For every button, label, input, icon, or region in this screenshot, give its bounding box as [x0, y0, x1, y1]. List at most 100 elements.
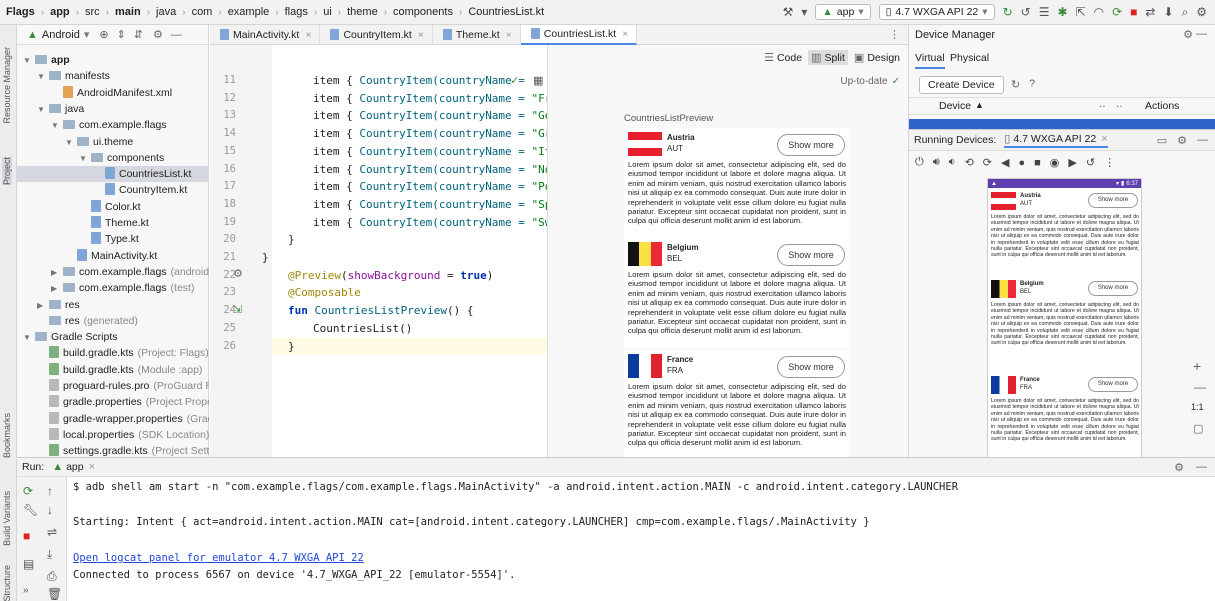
breadcrumb-item[interactable]: com [192, 6, 213, 18]
chevron-right-icon[interactable]: ▶ [37, 298, 47, 313]
tree-item[interactable]: AndroidManifest.xml [17, 85, 209, 101]
chevron-down-icon[interactable]: ▼ [37, 102, 47, 117]
chevron-down-icon[interactable]: ▼ [23, 53, 33, 68]
close-icon[interactable]: × [1101, 133, 1107, 145]
tree-item[interactable]: CountryItem.kt [17, 182, 209, 198]
tree-item[interactable]: build.gradle.kts (Module :app) [17, 362, 209, 378]
tree-item[interactable]: proguard-rules.pro(ProGuard Rul [17, 378, 209, 394]
breadcrumb-item[interactable]: Flags [6, 6, 35, 18]
minimize-icon[interactable]: — [1196, 461, 1207, 473]
search-icon[interactable]: ⌕ [1182, 5, 1189, 20]
expand-all-icon[interactable]: ⇵ [134, 28, 143, 41]
tree-item[interactable]: ▼ app [17, 52, 209, 68]
run-preview-icon[interactable]: ⇲ [233, 303, 242, 316]
bookmarks-tab[interactable]: Bookmarks [2, 413, 12, 458]
chevron-down-icon[interactable]: ▼ [37, 69, 47, 84]
apply-code-changes-icon[interactable]: ↺ [1021, 5, 1031, 19]
breadcrumb-item[interactable]: main [115, 6, 141, 18]
minimize-icon[interactable]: — [1196, 28, 1207, 40]
chevron-down-icon[interactable]: ▼ [51, 118, 61, 133]
tree-item[interactable]: ▼ components [17, 150, 209, 166]
tree-item[interactable]: res (generated) [17, 313, 209, 329]
chevron-right-icon[interactable]: ▶ [51, 265, 61, 280]
volume-up-icon[interactable]: 🔊︎ [933, 156, 940, 169]
hammer-icon[interactable]: ⚒ [783, 5, 794, 19]
chevron-right-icon[interactable]: ▶ [51, 281, 61, 296]
tree-item[interactable]: ▼ ui.theme [17, 134, 209, 150]
device-select[interactable]: ▯ 4.7 WXGA API 22 ▾ [878, 4, 995, 20]
close-icon[interactable]: × [622, 28, 628, 40]
tree-item[interactable]: Color.kt [17, 199, 209, 215]
tree-item[interactable]: MainActivity.kt [17, 248, 209, 264]
run-config-tab[interactable]: app [66, 461, 84, 473]
breadcrumb-item[interactable]: app [50, 6, 70, 18]
attach-debugger-icon[interactable]: ⇱ [1076, 5, 1086, 19]
power-icon[interactable]: ⏻ [915, 156, 924, 169]
tab-physical[interactable]: Physical [950, 52, 989, 64]
debug-icon[interactable]: ✱ [1057, 5, 1067, 19]
gear-icon[interactable]: ⚙ [1183, 28, 1193, 41]
rerun-icon[interactable]: ⟳ [1112, 5, 1122, 19]
breadcrumb-item[interactable]: java [156, 6, 176, 18]
tree-item[interactable]: Theme.kt [17, 215, 209, 231]
more-horizontal-icon[interactable]: ‥ [1116, 99, 1123, 110]
split-view-button[interactable]: ▥ Split [808, 50, 848, 65]
tree-item[interactable]: ▶ com.example.flags(androidTe [17, 264, 209, 280]
editor-tab[interactable]: CountryItem.kt × [320, 24, 433, 45]
scroll-to-end-icon[interactable]: ⤓ [47, 547, 52, 562]
tree-item[interactable]: ▼ java [17, 101, 209, 117]
arrow-up-icon[interactable]: ↑ [47, 484, 53, 498]
tab-virtual[interactable]: Virtual [915, 52, 945, 69]
chevron-down-icon[interactable]: ▾ [84, 28, 90, 41]
tree-item[interactable]: gradle-wrapper.properties(Gradl [17, 411, 209, 427]
soft-wrap-icon[interactable]: ⇌ [47, 525, 57, 539]
breadcrumb-item[interactable]: components [393, 6, 453, 18]
resource-manager-tab[interactable]: Resource Manager [2, 47, 12, 124]
trash-icon[interactable]: 🗑︎ [47, 587, 62, 601]
running-device-tab[interactable]: ▯ 4.7 WXGA API 22 × [1004, 132, 1108, 148]
breadcrumb-item[interactable]: CountriesList.kt [468, 6, 544, 18]
sdk-manager-icon[interactable]: ⬇ [1163, 5, 1173, 19]
breadcrumb-item[interactable]: theme [347, 6, 378, 18]
tree-item[interactable]: local.properties (SDK Location) [17, 427, 209, 443]
collapse-all-icon[interactable]: ⇕ [117, 28, 126, 41]
tree-item[interactable]: Type.kt [17, 231, 209, 247]
minimize-icon[interactable]: — [171, 29, 182, 41]
volume-down-icon[interactable]: 🔉︎ [949, 156, 956, 169]
close-icon[interactable]: × [418, 29, 424, 41]
tree-item[interactable]: ▼ manifests [17, 68, 209, 84]
sync-icon[interactable]: ⇄ [1145, 5, 1155, 19]
chevron-down-icon[interactable]: ▼ [79, 151, 89, 166]
layout-icon[interactable]: ▤ [23, 557, 34, 571]
stop-icon[interactable]: ■ [23, 529, 30, 543]
tree-item[interactable]: gradle.properties(Project Propert [17, 394, 209, 410]
rerun-icon[interactable]: ⟳ [23, 484, 33, 498]
expand-icon[interactable]: » [23, 585, 29, 596]
editor-tab[interactable]: Theme.kt × [433, 24, 521, 45]
close-icon[interactable]: × [305, 29, 311, 41]
run-config-select[interactable]: ▲ app ▾ [815, 4, 871, 20]
chevron-down-icon[interactable]: ▼ [23, 330, 33, 345]
tree-item[interactable]: ▶ res [17, 297, 209, 313]
sort-asc-icon[interactable]: ▲ [975, 100, 984, 110]
zoom-out-icon[interactable]: — [1194, 380, 1206, 394]
close-icon[interactable]: × [506, 29, 512, 41]
more-options-icon[interactable]: ⋮ [889, 28, 900, 41]
zoom-ratio-button[interactable]: 1:1 [1191, 402, 1204, 412]
zoom-in-icon[interactable]: + [1193, 358, 1201, 374]
arrow-down-icon[interactable]: ↓ [47, 503, 53, 517]
print-icon[interactable]: ⎙ [47, 569, 57, 584]
breadcrumb-item[interactable]: flags [285, 6, 308, 18]
show-more-button[interactable]: Show more [1088, 377, 1138, 392]
close-icon[interactable]: × [89, 461, 95, 473]
code-view-button[interactable]: Code [777, 52, 802, 64]
show-more-button[interactable]: Show more [777, 356, 845, 378]
overview-icon[interactable]: ■ [1034, 157, 1041, 169]
refresh-icon[interactable]: ↻ [1011, 78, 1020, 91]
minimize-icon[interactable]: — [1197, 134, 1208, 146]
tree-item[interactable]: ▶ com.example.flags (test) [17, 280, 209, 296]
window-icon[interactable]: ▭ [1157, 134, 1167, 147]
breadcrumb-item[interactable]: ui [323, 6, 332, 18]
camera-icon[interactable]: ◉ [1050, 156, 1060, 169]
gear-icon[interactable]: ⚙ [233, 267, 243, 280]
